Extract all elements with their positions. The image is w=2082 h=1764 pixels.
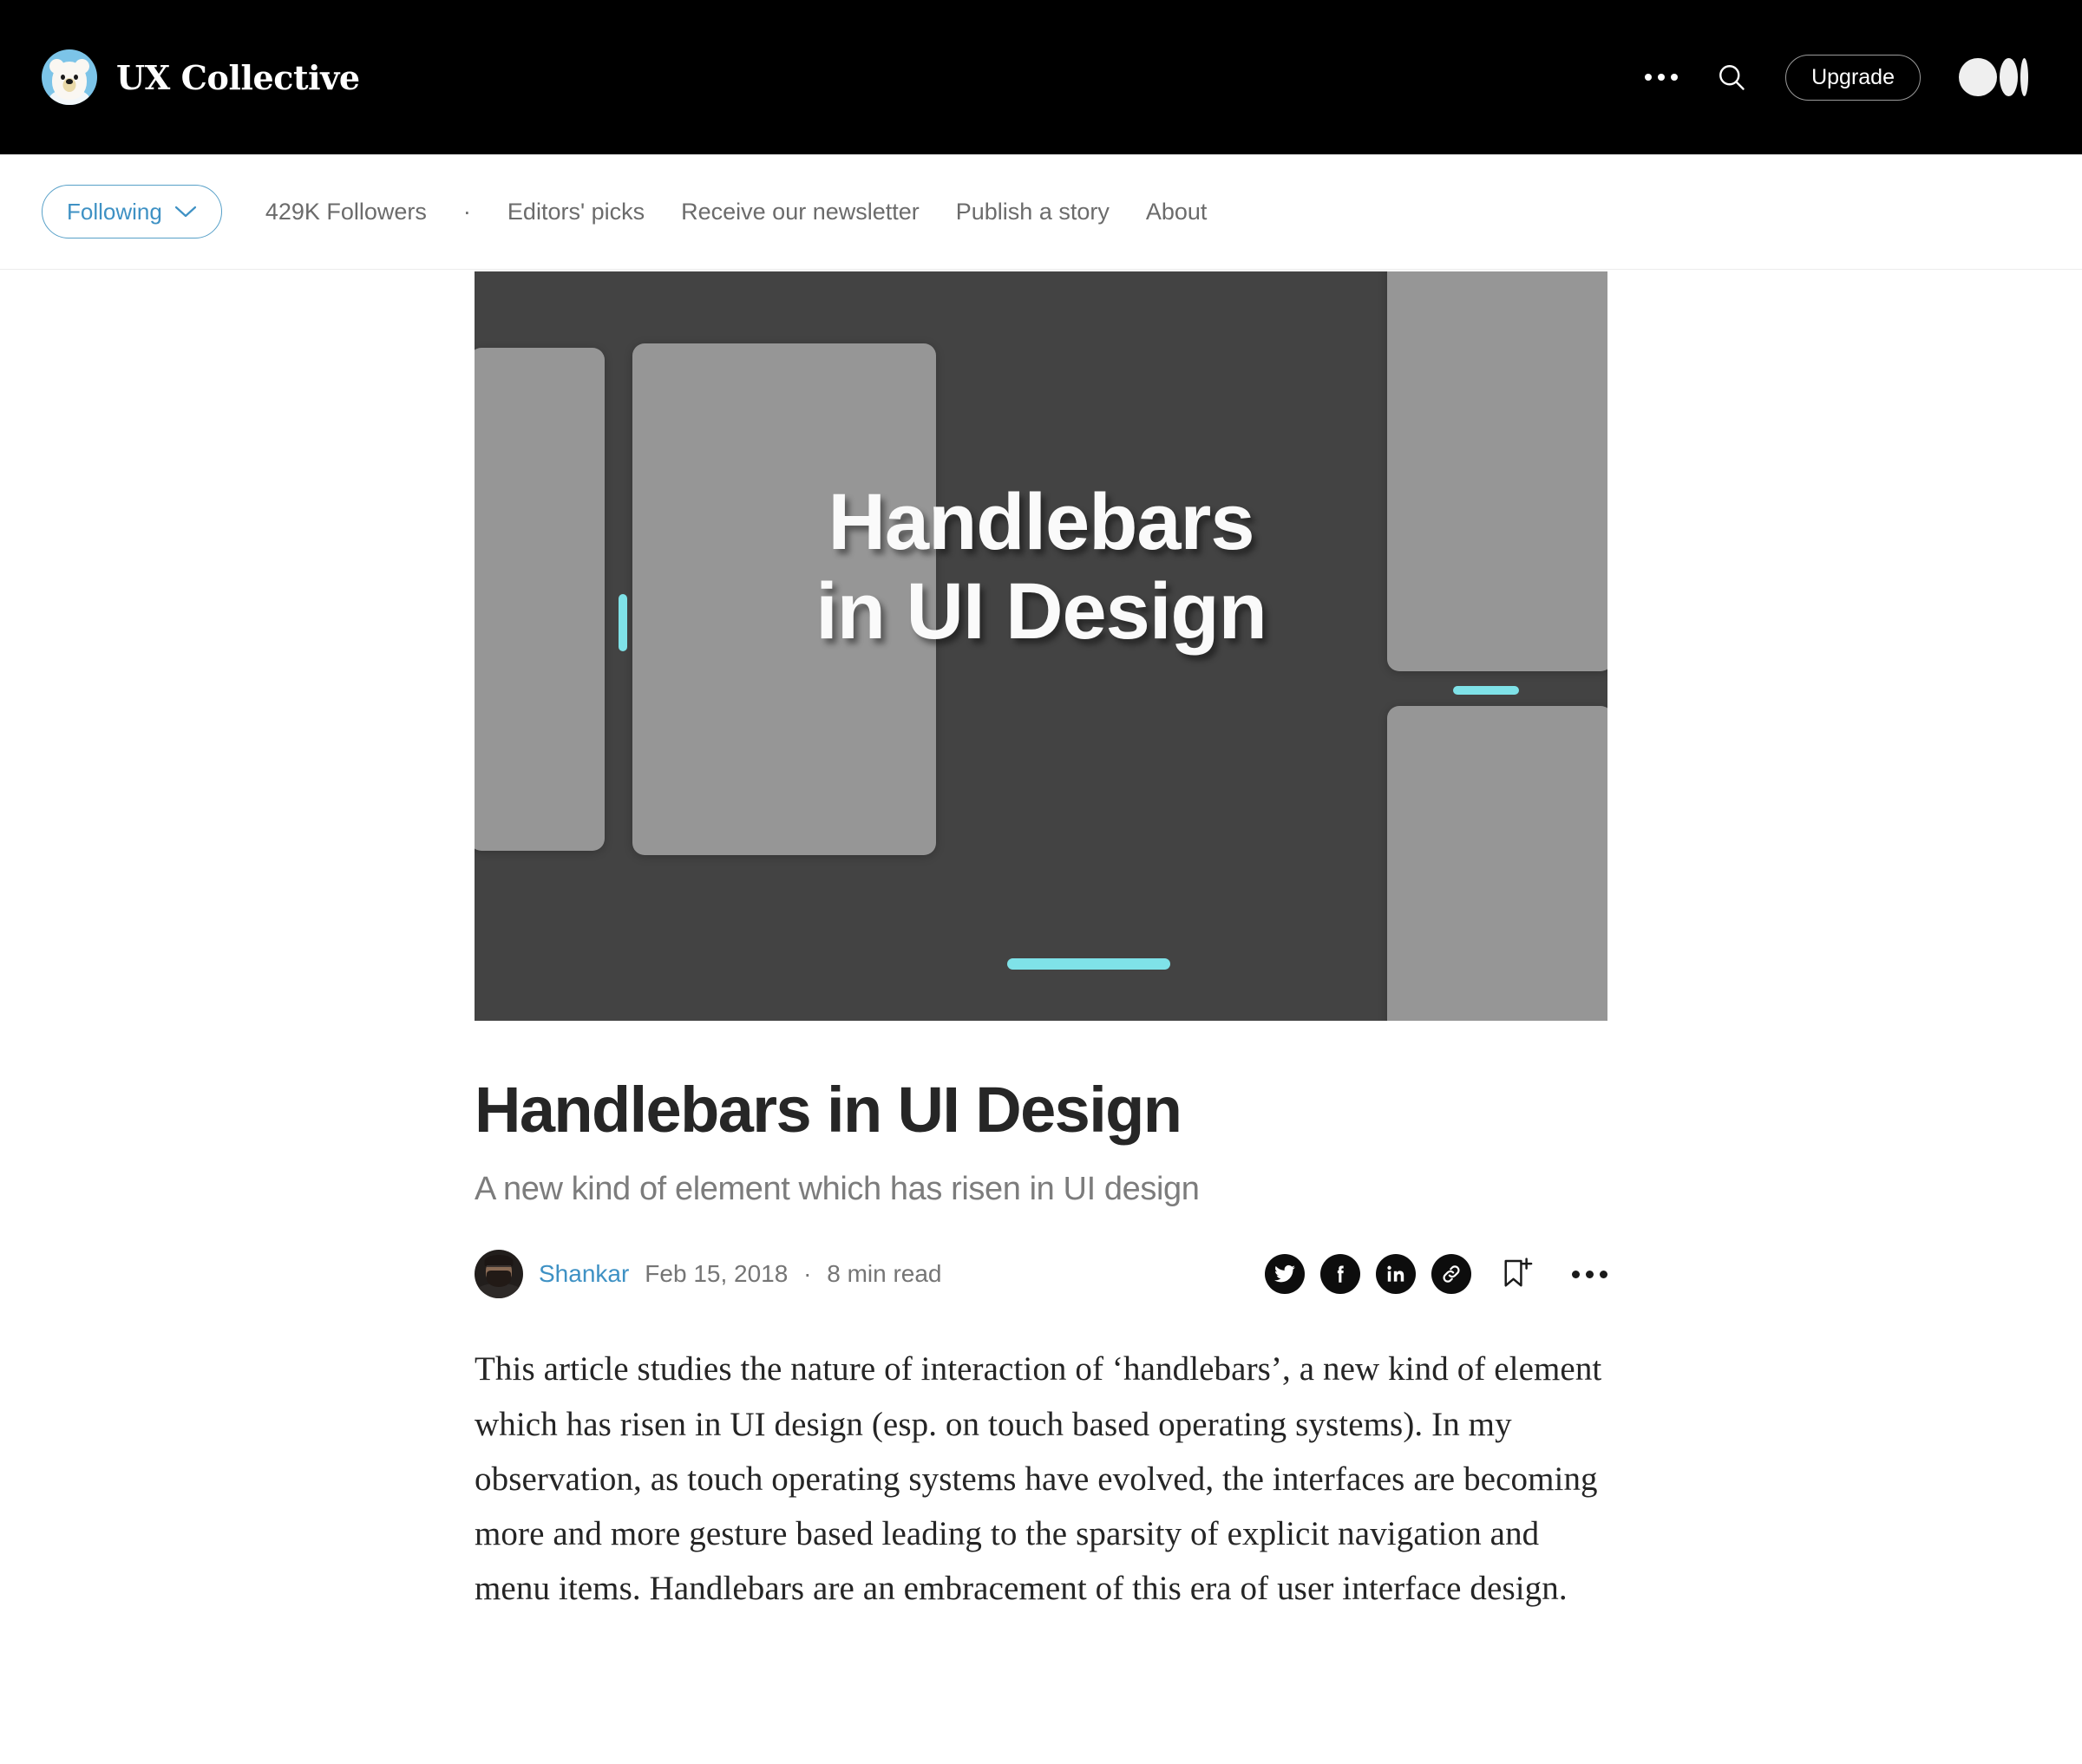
nav-link-newsletter[interactable]: Receive our newsletter — [681, 199, 920, 224]
polar-bear-logo-icon — [42, 49, 97, 105]
article-content: Handlebars in UI Design A new kind of el… — [475, 1075, 1607, 1616]
brand-name: UX Collective — [116, 57, 360, 97]
article-subtitle: A new kind of element which has risen in… — [475, 1171, 1200, 1208]
nav-link-about[interactable]: About — [1146, 199, 1208, 224]
avatar[interactable] — [475, 1250, 523, 1299]
ellipsis-icon[interactable] — [1645, 74, 1679, 81]
handlebar-bottom-icon — [1007, 958, 1170, 970]
hero-panel-left-main — [632, 343, 936, 855]
handlebar-vertical-icon — [619, 594, 627, 651]
search-icon[interactable] — [1716, 62, 1747, 93]
nav-separator: · — [462, 198, 471, 225]
hero-panel-right-top — [1387, 271, 1607, 671]
hero-panel-left-partial — [475, 348, 605, 851]
hero-panel-right-bottom — [1387, 706, 1607, 1021]
following-label: Following — [67, 199, 162, 225]
top-header-actions: Upgrade — [1645, 54, 2028, 101]
bookmark-add-icon[interactable] — [1497, 1254, 1537, 1294]
following-button[interactable]: Following — [42, 185, 222, 238]
article: Handlebars in UI Design Handlebars in UI… — [0, 270, 2082, 1616]
hero-image-wrap: Handlebars in UI Design — [0, 270, 2082, 1021]
read-time: 8 min read — [827, 1260, 942, 1288]
nav-link-editors-picks[interactable]: Editors' picks — [507, 199, 645, 224]
hero-image: Handlebars in UI Design — [475, 271, 1607, 1021]
byline: Shankar Feb 15, 2018 · 8 min read — [475, 1246, 1607, 1302]
author-name[interactable]: Shankar — [539, 1260, 629, 1288]
link-icon[interactable] — [1431, 1254, 1471, 1295]
medium-logo-icon[interactable] — [1959, 58, 2028, 96]
chevron-down-icon — [174, 206, 196, 218]
brand[interactable]: UX Collective — [42, 49, 360, 105]
followers-count[interactable]: 429K Followers — [265, 199, 427, 224]
publication-nav-links: 429K Followers · Editors' picks Receive … — [265, 198, 1244, 225]
share-row — [1265, 1254, 1607, 1295]
publication-nav: Following 429K Followers · Editors' pick… — [0, 154, 2082, 270]
article-paragraph: This article studies the nature of inter… — [475, 1350, 1602, 1608]
top-header: UX Collective Upgrade — [0, 0, 2082, 154]
byline-separator: · — [803, 1260, 812, 1288]
more-options-ellipsis-icon[interactable] — [1572, 1270, 1607, 1278]
publish-date: Feb 15, 2018 — [645, 1260, 789, 1288]
facebook-icon[interactable] — [1320, 1254, 1360, 1295]
upgrade-button[interactable]: Upgrade — [1785, 54, 1921, 101]
nav-link-publish-a-story[interactable]: Publish a story — [956, 199, 1110, 224]
linkedin-icon[interactable] — [1376, 1254, 1416, 1295]
twitter-icon[interactable] — [1265, 1254, 1305, 1295]
page-title: Handlebars in UI Design — [475, 1074, 1182, 1146]
handlebar-right-icon — [1453, 686, 1519, 695]
byline-meta: Feb 15, 2018 · 8 min read — [645, 1260, 941, 1288]
